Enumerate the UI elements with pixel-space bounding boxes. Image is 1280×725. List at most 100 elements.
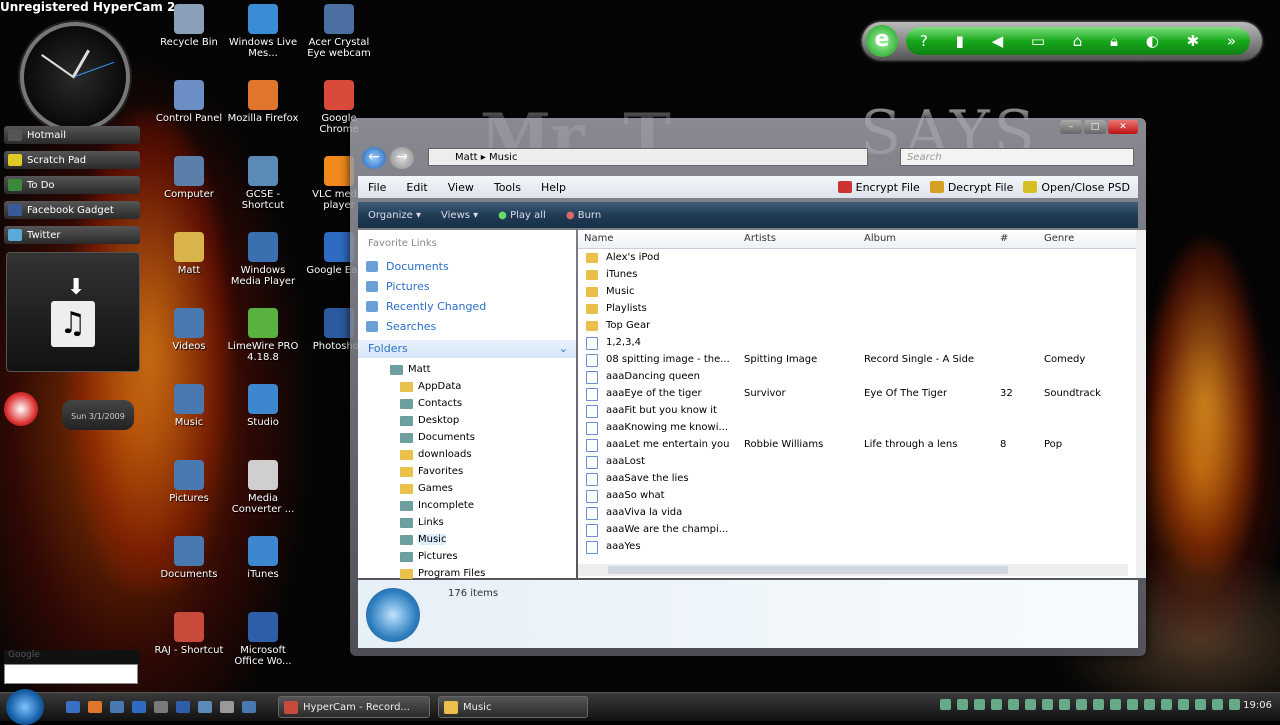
- horizontal-scrollbar[interactable]: [578, 564, 1128, 576]
- speaker-icon[interactable]: ◀: [992, 32, 1004, 50]
- vertical-scrollbar[interactable]: [1136, 230, 1146, 578]
- gadget-bar-facebook[interactable]: Facebook Gadget: [4, 201, 140, 219]
- desktop-icon[interactable]: Windows Live Mes...: [226, 4, 300, 59]
- list-item[interactable]: aaaSave the lies: [578, 471, 1128, 488]
- tray-icon[interactable]: [1110, 699, 1121, 710]
- tree-item[interactable]: Incomplete: [400, 500, 474, 511]
- tree-item[interactable]: Desktop: [400, 415, 459, 426]
- lock-icon[interactable]: 🔒︎: [1110, 32, 1118, 50]
- favorite-pictures[interactable]: Pictures: [366, 280, 430, 293]
- tray-icon[interactable]: [974, 699, 985, 710]
- play-all-button[interactable]: ● Play all: [488, 210, 556, 221]
- gadget-bar-todo[interactable]: To Do: [4, 176, 140, 194]
- quicklaunch-icon[interactable]: [132, 701, 146, 713]
- desktop-icon[interactable]: Documents: [152, 536, 226, 580]
- quicklaunch-icon[interactable]: [176, 701, 190, 713]
- column-genre[interactable]: Genre: [1044, 233, 1074, 244]
- breadcrumb-matt[interactable]: Matt: [455, 152, 478, 163]
- help-icon[interactable]: ?: [920, 32, 928, 50]
- list-item[interactable]: aaaKnowing me knowi...: [578, 420, 1128, 437]
- list-item[interactable]: 1,2,3,4: [578, 335, 1128, 352]
- organize-button[interactable]: Organize ▾: [358, 210, 431, 221]
- tree-item[interactable]: downloads: [400, 449, 472, 460]
- desktop-icon[interactable]: Recycle Bin: [152, 4, 226, 48]
- gadget-bar-hotmail[interactable]: Hotmail: [4, 126, 140, 144]
- desktop-icon[interactable]: Matt: [152, 232, 226, 276]
- tray-icon[interactable]: [991, 699, 1002, 710]
- desktop-icon[interactable]: Pictures: [152, 460, 226, 504]
- open-close-psd-button[interactable]: Open/Close PSD: [1023, 181, 1130, 194]
- tree-item[interactable]: Pictures: [400, 551, 458, 562]
- tree-item[interactable]: Matt: [390, 364, 431, 375]
- list-item[interactable]: aaaSo what: [578, 488, 1128, 505]
- battery-icon[interactable]: ▮: [956, 32, 964, 50]
- favorite-searches[interactable]: Searches: [366, 320, 436, 333]
- column-album[interactable]: Album: [864, 233, 896, 244]
- list-item[interactable]: aaaFit but you know it: [578, 403, 1128, 420]
- column-name[interactable]: Name: [584, 233, 614, 244]
- desktop-icon[interactable]: Media Converter ...: [226, 460, 300, 515]
- switch-windows-icon[interactable]: [110, 701, 124, 713]
- list-item[interactable]: 08 spitting image - the... Spitting Image…: [578, 352, 1128, 369]
- list-item[interactable]: Playlists: [578, 301, 1128, 318]
- tray-icon[interactable]: [1059, 699, 1070, 710]
- launcher-logo-icon[interactable]: e: [866, 25, 898, 57]
- tray-icon[interactable]: [1229, 699, 1240, 710]
- taskbar-clock[interactable]: 19:06: [1243, 700, 1272, 711]
- list-item[interactable]: Music: [578, 284, 1128, 301]
- forward-arrow-icon[interactable]: →: [390, 147, 414, 169]
- folders-header[interactable]: Folders ⌄: [358, 340, 576, 358]
- keyboard-icon[interactable]: ▭: [1031, 32, 1045, 50]
- desktop-icon[interactable]: GCSE - Shortcut: [226, 156, 300, 211]
- tray-icon[interactable]: [1161, 699, 1172, 710]
- tray-icon[interactable]: [1195, 699, 1206, 710]
- close-icon[interactable]: ✕: [1108, 120, 1138, 134]
- list-item[interactable]: aaaViva la vida: [578, 505, 1128, 522]
- maximize-icon[interactable]: □: [1084, 120, 1106, 134]
- desktop-icon[interactable]: Acer Crystal Eye webcam: [302, 4, 376, 59]
- usb-icon[interactable]: ⌂: [1073, 32, 1083, 50]
- quicklaunch-icon[interactable]: [220, 701, 234, 713]
- taskbar-hypercam[interactable]: HyperCam - Record...: [278, 696, 430, 718]
- tray-icon[interactable]: [1144, 699, 1155, 710]
- menu-file[interactable]: File: [358, 181, 396, 194]
- desktop-icon[interactable]: Computer: [152, 156, 226, 200]
- tray-icon[interactable]: [1042, 699, 1053, 710]
- quicklaunch-icon[interactable]: [242, 701, 256, 713]
- breadcrumb-music[interactable]: Music: [489, 152, 517, 163]
- desktop-icon[interactable]: iTunes: [226, 536, 300, 580]
- list-item[interactable]: aaaLost: [578, 454, 1128, 471]
- web-icon[interactable]: ◐: [1146, 32, 1159, 50]
- encrypt-file-button[interactable]: Encrypt File: [837, 181, 920, 194]
- tree-item[interactable]: Program Files: [400, 568, 485, 579]
- burn-button[interactable]: ● Burn: [556, 210, 611, 221]
- tray-icon[interactable]: [940, 699, 951, 710]
- views-button[interactable]: Views ▾: [431, 210, 488, 221]
- gear-icon[interactable]: ✱: [1187, 32, 1200, 50]
- quicklaunch-icon[interactable]: [198, 701, 212, 713]
- menu-edit[interactable]: Edit: [396, 181, 437, 194]
- back-arrow-icon[interactable]: ←: [362, 147, 386, 169]
- tray-icon[interactable]: [1076, 699, 1087, 710]
- list-item[interactable]: aaaYes: [578, 539, 1128, 556]
- menu-tools[interactable]: Tools: [484, 181, 531, 194]
- desktop-icon[interactable]: Windows Media Player: [226, 232, 300, 287]
- list-item[interactable]: aaaLet me entertain you Robbie Williams Li…: [578, 437, 1128, 454]
- tree-item[interactable]: Links: [400, 517, 444, 528]
- column-artists[interactable]: Artists: [744, 233, 776, 244]
- tree-item[interactable]: Music: [400, 534, 447, 545]
- firefox-icon[interactable]: [88, 701, 102, 713]
- clock-gadget[interactable]: [20, 22, 130, 132]
- tray-icon[interactable]: [1008, 699, 1019, 710]
- list-item[interactable]: iTunes: [578, 267, 1128, 284]
- address-bar[interactable]: Matt ▸ Music: [428, 148, 868, 166]
- quicklaunch-icon[interactable]: [154, 701, 168, 713]
- tray-icon[interactable]: [1093, 699, 1104, 710]
- decrypt-file-button[interactable]: Decrypt File: [929, 181, 1013, 194]
- desktop-icon[interactable]: Music: [152, 384, 226, 428]
- list-item[interactable]: Top Gear: [578, 318, 1128, 335]
- desktop-icon[interactable]: RAJ - Shortcut: [152, 612, 226, 656]
- list-item[interactable]: aaaWe are the champi...: [578, 522, 1128, 539]
- scrollbar-thumb[interactable]: [608, 566, 1008, 574]
- desktop-icon[interactable]: Videos: [152, 308, 226, 352]
